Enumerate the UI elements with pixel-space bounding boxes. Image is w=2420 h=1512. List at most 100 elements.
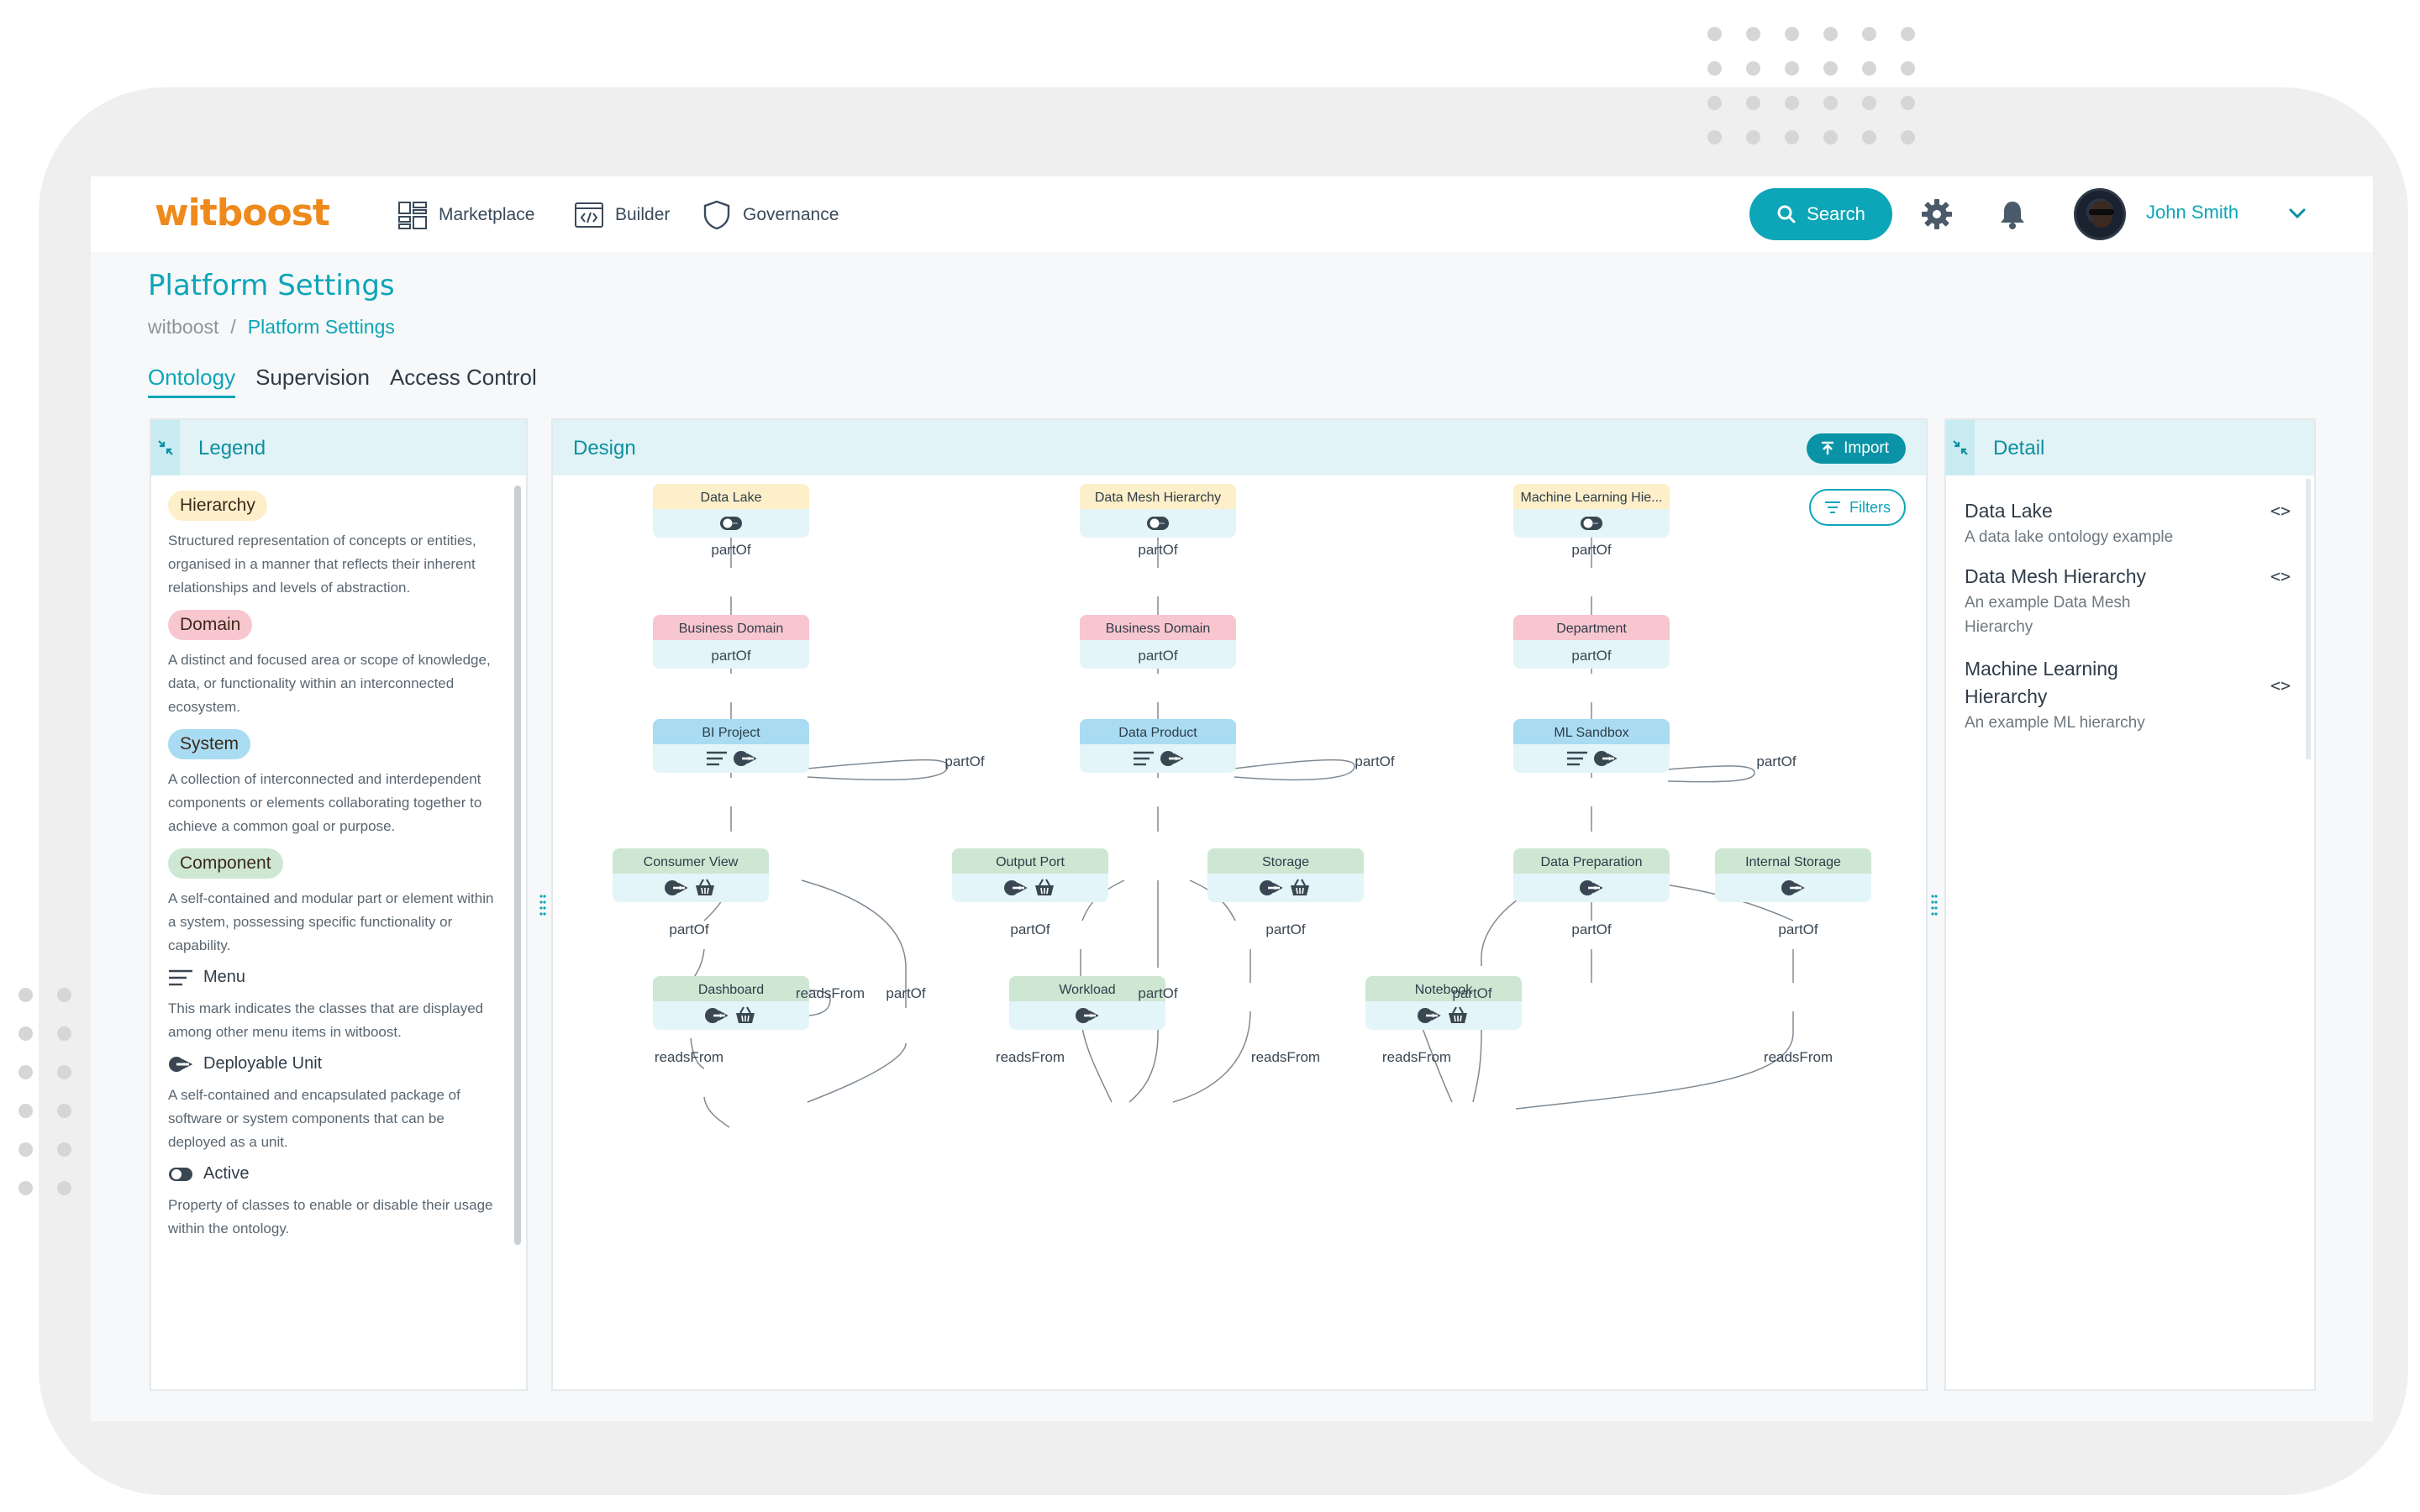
gear-icon [1922,199,1952,229]
collapse-icon [158,440,173,455]
node-notebook[interactable]: Notebook [1365,976,1522,1030]
graph-nodes: Data Lake Business Domain BI Project Consum… [613,484,1871,1030]
collapse-icon [1953,440,1968,455]
tab-bar: Ontology Supervision Access Control [148,365,537,398]
decorative-dot [1901,96,1915,110]
node-label: Data Preparation [1541,855,1643,869]
edge-label: readsFrom [1382,1049,1451,1065]
node-output-port[interactable]: Output Port [952,848,1108,902]
decorative-dot [1785,130,1799,144]
decorative-dot [1862,96,1876,110]
app-window: witboost Marketplace Builder Governance … [91,176,2373,1421]
edge-label: partOf [1138,542,1178,558]
code-brackets-icon[interactable]: <> [2270,675,2291,696]
node-label: BI Project [702,726,760,740]
node-ml-sandbox[interactable]: ML Sandbox [1513,719,1670,773]
system-description: A collection of interconnected and inter… [168,771,482,834]
shield-icon [703,200,730,230]
nav-marketplace[interactable]: Marketplace [397,198,534,232]
node-label: Dashboard [698,983,764,997]
legend-body: Hierarchy Structured representation of c… [168,491,496,1251]
decorative-dot [1823,61,1838,76]
decorative-dot [1707,96,1722,110]
right-resize-handle[interactable] [1931,894,1938,917]
search-button[interactable]: Search [1749,188,1892,240]
detail-item[interactable]: Data Lake A data lake ontology example <… [1965,497,2291,549]
search-icon [1777,205,1796,223]
detail-item-name: Data Mesh Hierarchy [1965,565,2147,587]
node-internal-storage[interactable]: Internal Storage [1715,848,1871,902]
legend-scrollbar[interactable] [514,486,521,1245]
detail-panel: Detail Data Lake A data lake ontology ex… [1944,418,2316,1391]
search-label: Search [1807,203,1865,224]
settings-button[interactable] [1919,197,1954,232]
collapse-detail-button[interactable] [1946,420,1975,475]
left-resize-handle[interactable] [539,894,546,917]
node-label: Machine Learning Hie... [1521,491,1663,505]
decorative-dot [1746,130,1760,144]
node-dashboard[interactable]: Dashboard [653,976,809,1030]
notifications-button[interactable] [1995,197,2030,232]
node-label: Department [1556,622,1627,636]
node-storage[interactable]: Storage [1207,848,1364,902]
decorative-dot [57,1065,71,1079]
edge-label: partOf [711,542,751,558]
toggle-icon [719,516,743,531]
node-label: Data Mesh Hierarchy [1095,491,1221,505]
node-data-lake[interactable]: Data Lake [653,484,809,538]
node-bi-project[interactable]: BI Project [653,719,809,773]
decorative-dot [1707,61,1722,76]
breadcrumb-home[interactable]: witboost [148,316,218,339]
decorative-dot [57,1104,71,1118]
user-name[interactable]: John Smith [2146,202,2238,223]
node-workload[interactable]: Workload [1009,976,1165,1030]
code-brackets-icon[interactable]: <> [2270,501,2291,521]
detail-item[interactable]: Data Mesh Hierarchy An example Data Mesh… [1965,563,2291,639]
mark-menu: Menu [168,968,496,987]
decorative-dot [18,1181,33,1195]
node-data-mesh-hierarchy[interactable]: Data Mesh Hierarchy [1080,484,1236,538]
node-label: Business Domain [1106,622,1211,636]
menu-description: This mark indicates the classes that are… [168,1000,484,1040]
ontology-graph[interactable]: Data Lake Business Domain BI Project Consum… [553,420,1928,1391]
legend-title: Legend [198,437,266,459]
edge-label: partOf [1778,921,1818,937]
detail-item-name: Machine Learning Hierarchy [1965,658,2118,707]
active-description: Property of classes to enable or disable… [168,1197,493,1236]
decorative-dot [1862,61,1876,76]
tab-ontology[interactable]: Ontology [148,365,236,398]
node-data-product[interactable]: Data Product [1080,719,1236,773]
node-data-preparation[interactable]: Data Preparation [1513,848,1670,902]
mark-deployable-unit: Deployable Unit [168,1054,496,1074]
decorative-dot [1746,27,1760,41]
mark-active-label: Active [203,1164,250,1183]
nav-builder[interactable]: Builder [573,198,670,232]
decorative-dot [18,1142,33,1157]
screenshot-stage: witboost Marketplace Builder Governance … [0,0,2420,1512]
node-label: Data Product [1118,726,1197,740]
detail-item[interactable]: Machine Learning Hierarchy An example ML… [1965,655,2291,735]
detail-scrollbar[interactable] [2306,479,2311,759]
witboost-logo[interactable]: witboost [155,192,330,234]
breadcrumb: witboost / Platform Settings [148,316,395,339]
node-label: Data Lake [701,491,762,505]
deployable-unit-description: A self-contained and encapsulated packag… [168,1087,460,1150]
node-consumer-view[interactable]: Consumer View [613,848,769,902]
nav-governance[interactable]: Governance [701,198,839,232]
avatar[interactable] [2074,188,2126,240]
edge-label: partOf [669,921,709,937]
tab-access-control[interactable]: Access Control [390,365,537,398]
node-label: Business Domain [679,622,784,636]
edge-label: partOf [1571,542,1612,558]
code-brackets-icon[interactable]: <> [2270,566,2291,586]
node-machine-learning-hierarchy[interactable]: Machine Learning Hie... [1513,484,1670,538]
tab-supervision[interactable]: Supervision [255,365,370,398]
node-label: Workload [1059,983,1115,997]
collapse-legend-button[interactable] [151,420,180,475]
node-label: Output Port [996,855,1065,869]
hierarchy-description: Structured representation of concepts or… [168,533,476,596]
node-label: Consumer View [644,855,739,869]
deploy-icon [169,1056,193,1072]
decorative-dot [1901,130,1915,144]
chevron-down-icon[interactable] [2284,200,2311,227]
